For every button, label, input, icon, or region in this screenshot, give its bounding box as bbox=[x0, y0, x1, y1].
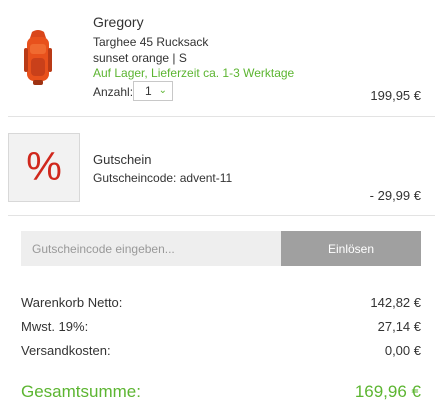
voucher-code: Gutscheincode: advent-11 bbox=[93, 171, 233, 185]
voucher-amount: - 29,99 € bbox=[369, 188, 421, 203]
tax-value: 27,14 € bbox=[377, 319, 421, 334]
net-total-label: Warenkorb Netto: bbox=[21, 295, 123, 310]
voucher-title: Gutschein bbox=[93, 152, 152, 167]
shipping-value: 0,00 € bbox=[384, 343, 421, 358]
backpack-icon bbox=[24, 30, 52, 85]
product-title: Targhee 45 Rucksack bbox=[93, 35, 209, 49]
divider bbox=[8, 215, 435, 216]
shipping-label: Versandkosten: bbox=[21, 343, 111, 358]
product-variant: sunset orange | S bbox=[93, 51, 187, 65]
quantity-label: Anzahl: bbox=[93, 85, 134, 99]
voucher-image: % bbox=[8, 133, 80, 202]
availability-status: Auf Lager, Lieferzeit ca. 1-3 Werktage bbox=[93, 66, 295, 80]
product-brand[interactable]: Gregory bbox=[93, 14, 144, 30]
product-image[interactable] bbox=[18, 28, 58, 88]
divider bbox=[8, 116, 435, 117]
grand-total-value: 169,96 € bbox=[354, 382, 421, 401]
redeem-button[interactable]: Einlösen bbox=[281, 231, 421, 266]
percent-icon: % bbox=[26, 145, 62, 189]
item-price: 199,95 € bbox=[370, 88, 421, 103]
quantity-value: 1 bbox=[145, 84, 152, 98]
grand-total-label: Gesamtsumme: bbox=[21, 382, 141, 401]
chevron-down-icon: ⌄ bbox=[158, 85, 167, 96]
coupon-placeholder: Gutscheincode eingeben... bbox=[32, 241, 175, 256]
tax-label: Mwst. 19%: bbox=[21, 319, 89, 334]
coupon-code-input[interactable]: Gutscheincode eingeben... bbox=[21, 231, 281, 266]
quantity-select[interactable]: 1 ⌄ bbox=[133, 81, 173, 101]
net-total-value: 142,82 € bbox=[370, 295, 421, 310]
